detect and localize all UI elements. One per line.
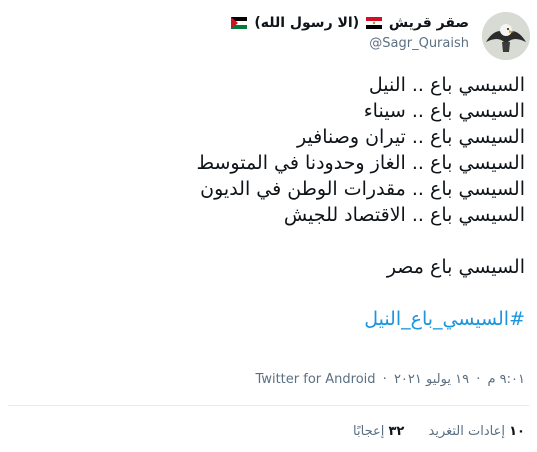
retweets-stat[interactable]: ١٠ إعادات التغريد: [424, 424, 526, 439]
likes-label: إعجابًا: [353, 424, 385, 439]
tweet-line: السيسي باع .. تيران وصنافير: [296, 126, 525, 148]
tweet-meta: ٩:٠١ م · ١٩ يوليو ٢٠٢١ · Twitter for And…: [255, 372, 525, 387]
tweet-source[interactable]: Twitter for Android: [256, 372, 376, 387]
hashtag-link[interactable]: #السيسي_باع_النيل: [364, 306, 525, 332]
tweet-line: السيسي باع .. مقدرات الوطن في الديون: [200, 178, 525, 200]
tweet-closing-line: السيسي باع مصر: [386, 256, 525, 278]
retweets-label: إعادات التغريد: [428, 424, 505, 439]
likes-count: ٣٢: [388, 424, 405, 439]
tweet-line: السيسي باع .. النيل: [368, 74, 525, 96]
author-name[interactable]: صقر قريش (الا رسول الله): [229, 14, 469, 32]
avatar[interactable]: [482, 12, 530, 60]
tweet-line: السيسي باع .. الغاز وحدودنا في المتوسط: [196, 152, 525, 174]
retweets-count: ١٠: [509, 424, 525, 439]
author-name-suffix: (الا رسول الله): [254, 15, 360, 31]
author-name-text: صقر قريش: [388, 15, 469, 31]
divider: [8, 405, 529, 406]
tweet-line: السيسي باع .. سيناء: [363, 100, 525, 122]
tweet-stats: ١٠ إعادات التغريد ٣٢ إعجابًا: [333, 424, 525, 439]
palestine-flag-icon: [231, 17, 248, 29]
egypt-flag-icon: [366, 17, 382, 29]
eagle-avatar-icon: [482, 12, 530, 60]
tweet-header: صقر قريش (الا رسول الله) @Sagr_Quraish: [229, 14, 469, 51]
tweet-text: السيسي باع .. النيل السيسي باع .. سيناء …: [25, 72, 525, 332]
tweet-time[interactable]: ٩:٠١ م: [487, 372, 525, 387]
author-handle[interactable]: @Sagr_Quraish: [229, 36, 469, 51]
tweet-date[interactable]: ١٩ يوليو ٢٠٢١: [394, 372, 469, 387]
likes-stat[interactable]: ٣٢ إعجابًا: [353, 424, 404, 439]
tweet-line: السيسي باع .. الاقتصاد للجيش: [283, 204, 525, 226]
